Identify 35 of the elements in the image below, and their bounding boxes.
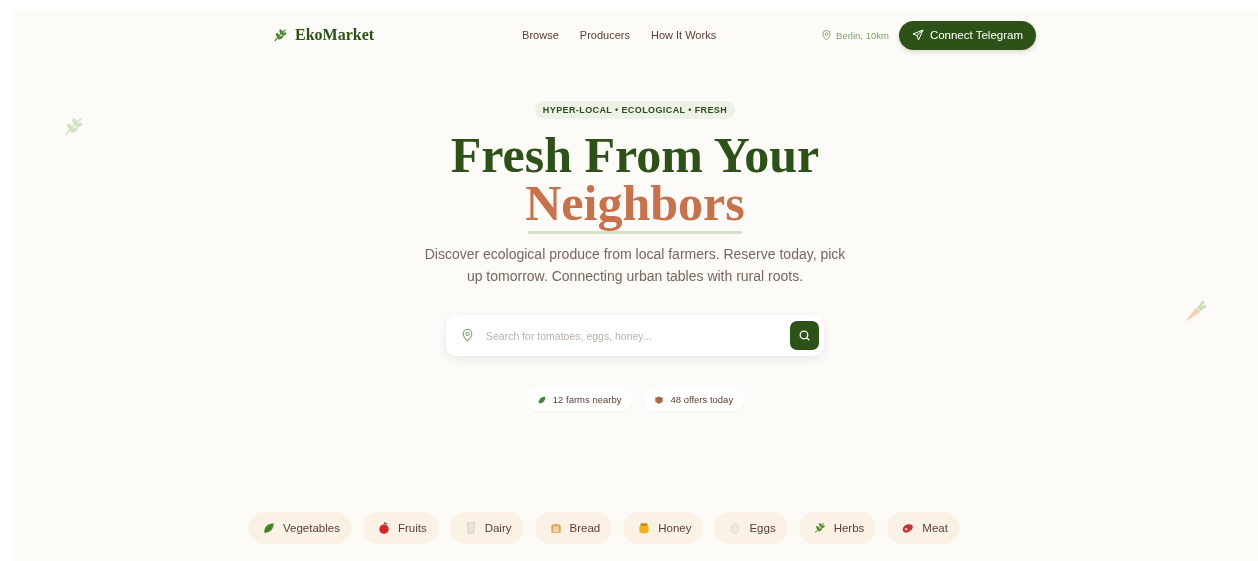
hero-description: Discover ecological produce from local farmers. Reserve today, pick up tomorrow. Connecting urban tables with rural roots. bbox=[423, 245, 847, 286]
location-label: Berlin, 10km bbox=[836, 29, 889, 41]
category-chip[interactable]: Herbs bbox=[798, 512, 877, 544]
search-icon bbox=[798, 329, 811, 342]
category-chip[interactable]: Honey bbox=[623, 512, 704, 544]
nav-link[interactable]: How It Works bbox=[650, 29, 717, 41]
category-chip[interactable]: Bread bbox=[534, 512, 613, 544]
jar-icon bbox=[637, 521, 652, 535]
category-chip[interactable]: Meat bbox=[887, 512, 960, 544]
category-chip[interactable]: Fruits bbox=[362, 512, 439, 544]
bread-icon bbox=[548, 521, 563, 535]
category-chip[interactable]: Dairy bbox=[449, 512, 524, 544]
tagline-badge: HYPER-LOCAL • ECOLOGICAL • FRESH bbox=[534, 101, 736, 119]
hero-title: Fresh From Your bbox=[450, 131, 820, 179]
sprig-icon bbox=[812, 521, 827, 535]
nav-link[interactable]: Browse bbox=[522, 29, 559, 41]
category-chip[interactable]: Eggs bbox=[714, 512, 788, 544]
category-chip[interactable]: Vegetables bbox=[248, 512, 352, 544]
box-icon bbox=[654, 394, 665, 405]
leaf-icon bbox=[536, 394, 547, 405]
meat-icon bbox=[901, 521, 916, 535]
pin-icon bbox=[821, 29, 833, 41]
leaf-icon bbox=[262, 521, 276, 535]
search-bar[interactable]: Search for tomatoes, eggs, honey... bbox=[446, 315, 824, 356]
brand-name: EkoMarket bbox=[295, 26, 375, 44]
pin-icon bbox=[461, 329, 474, 342]
stat-label: 48 offers today bbox=[670, 394, 734, 405]
connect-button[interactable]: Connect Telegram bbox=[898, 20, 1036, 50]
stat-label: 12 farms nearby bbox=[552, 394, 622, 405]
logo-icon bbox=[272, 26, 289, 44]
send-icon bbox=[911, 29, 924, 41]
search-field[interactable]: Search for tomatoes, eggs, honey... bbox=[484, 328, 780, 343]
search-button[interactable] bbox=[790, 321, 819, 350]
apple-icon bbox=[376, 521, 391, 535]
nav-link[interactable]: Producers bbox=[579, 29, 630, 41]
